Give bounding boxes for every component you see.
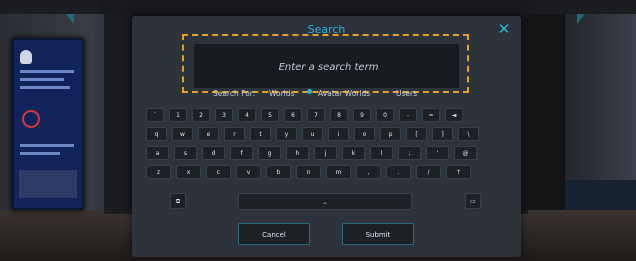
key-row1-10[interactable]: 0 [376,108,394,122]
key-row3-11[interactable]: @ [454,146,477,160]
key-row4-3[interactable]: v [236,165,261,179]
key-row1-6[interactable]: 6 [284,108,302,122]
key-row3-3[interactable]: f [230,146,253,160]
key-row3-4[interactable]: g [258,146,281,160]
poster-line [20,152,60,155]
key-row4-8[interactable]: . [386,165,411,179]
search-for-options: Search For: Worlds Avatar Worlds Users [132,89,521,101]
search-dialog: Search ✕ Search For: Worlds Avatar World… [132,16,521,257]
key-row2-9[interactable]: p [380,127,401,141]
key-row1-13[interactable]: ◄ [445,108,463,122]
key-row2-7[interactable]: i [328,127,349,141]
submit-button[interactable]: Submit [342,223,414,245]
key-row3-6[interactable]: j [314,146,337,160]
chat-sign [570,112,636,182]
key-row1-0[interactable]: ` [146,108,164,122]
key-row2-11[interactable]: ] [432,127,453,141]
key-row3-7[interactable]: k [342,146,365,160]
key-row1-4[interactable]: 4 [238,108,256,122]
key-row1-12[interactable]: = [422,108,440,122]
left-corner-marker [66,14,74,24]
search-for-label: Search For: [213,89,256,98]
top-dim-bar [100,0,536,14]
dialog-title: Search [307,23,346,36]
key-row1-3[interactable]: 3 [215,108,233,122]
option-avatar-worlds[interactable]: Avatar Worlds [318,89,370,98]
key-row3-9[interactable]: ; [398,146,421,160]
poster-screenshot [19,170,77,198]
key-row3-5[interactable]: h [286,146,309,160]
key-row1-9[interactable]: 9 [353,108,371,122]
key-row2-3[interactable]: r [224,127,245,141]
search-input[interactable] [194,44,463,90]
poster-line [20,86,70,89]
key-row3-10[interactable]: ' [426,146,449,160]
key-row2-8[interactable]: o [354,127,375,141]
key-row1-5[interactable]: 5 [261,108,279,122]
copy-icon: ⧉ [175,198,181,205]
key-row4-2[interactable]: c [206,165,231,179]
key-row2-0[interactable]: q [146,127,167,141]
key-row1-8[interactable]: 8 [330,108,348,122]
clear-key[interactable]: ▭ [465,193,481,209]
space-key[interactable]: ⎵ [238,193,412,210]
key-row3-8[interactable]: l [370,146,393,160]
mute-icon [22,110,40,128]
key-row4-9[interactable]: / [416,165,441,179]
key-row4-0[interactable]: z [146,165,171,179]
key-row4-1[interactable]: x [176,165,201,179]
mic-poster [12,38,84,210]
key-row4-6[interactable]: m [326,165,351,179]
copy-key[interactable]: ⧉ [170,193,186,209]
key-row2-12[interactable]: \ [458,127,479,141]
key-row2-10[interactable]: [ [406,127,427,141]
right-corner-marker [577,14,585,24]
poster-line [20,144,74,147]
option-worlds[interactable]: Worlds [269,89,294,98]
key-row4-10[interactable]: ↑ [446,165,471,179]
microphone-icon [20,50,32,64]
stage [565,180,636,210]
option-users[interactable]: Users [396,89,417,98]
key-row3-0[interactable]: a [146,146,169,160]
key-row3-1[interactable]: s [174,146,197,160]
left-pillar [104,14,134,214]
key-row4-5[interactable]: n [296,165,321,179]
key-row2-4[interactable]: t [250,127,271,141]
key-row2-1[interactable]: w [172,127,193,141]
trash-icon: ▭ [470,198,476,205]
search-field-container [194,44,463,90]
key-row2-2[interactable]: e [198,127,219,141]
close-button[interactable]: ✕ [496,21,512,37]
key-row2-5[interactable]: y [276,127,297,141]
selected-indicator-icon [307,89,312,94]
key-row1-7[interactable]: 7 [307,108,325,122]
poster-line [20,70,74,73]
key-row4-7[interactable]: , [356,165,381,179]
key-row1-1[interactable]: 1 [169,108,187,122]
key-row3-2[interactable]: d [202,146,225,160]
cancel-button[interactable]: Cancel [238,223,310,245]
key-row4-4[interactable]: b [266,165,291,179]
key-row1-11[interactable]: - [399,108,417,122]
key-row2-6[interactable]: u [302,127,323,141]
key-row1-2[interactable]: 2 [192,108,210,122]
poster-line [20,78,64,81]
